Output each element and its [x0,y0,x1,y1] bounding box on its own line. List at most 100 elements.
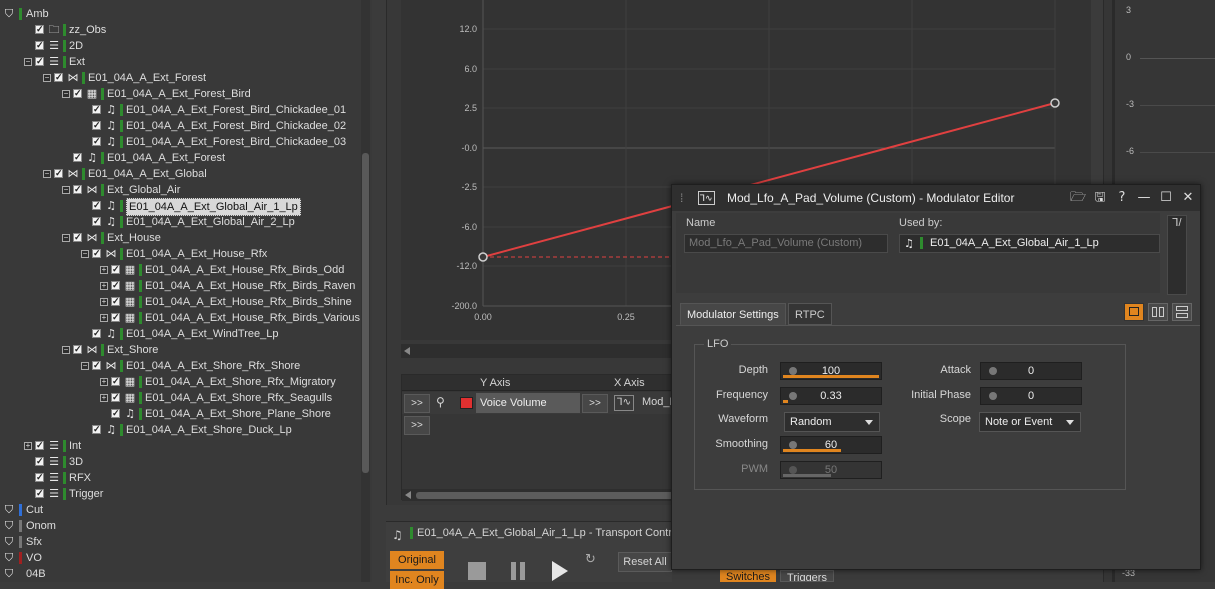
open-folder-icon[interactable]: 🗁 [1070,190,1086,206]
tree-item[interactable]: ♫ E01_04A_A_Ext_Forest [0,149,360,166]
layout-columns-icon[interactable] [1148,303,1168,321]
tree-scrollbar[interactable] [361,0,370,582]
expand-icon[interactable]: + [100,378,108,386]
tree-item[interactable]: ⛉ Sfx [0,534,360,550]
tab-triggers[interactable]: Triggers [780,570,834,582]
used-by-field[interactable]: ♫ E01_04A_A_Ext_Global_Air_1_Lp [899,234,1160,253]
collapse-icon[interactable]: − [43,170,51,178]
tree-item[interactable]: + ▦ E01_04A_A_Ext_House_Rfx_Birds_Raven [0,277,360,294]
tree-item-checkbox[interactable] [92,117,101,133]
tree-item-checkbox[interactable] [111,261,120,277]
modulator-editor-window[interactable]: ⁞ Ꞁ∿ Mod_Lfo_A_Pad_Volume (Custom) - Mod… [671,184,1201,570]
axis-table-scrollbar[interactable] [402,489,692,501]
collapse-icon[interactable]: − [43,74,51,82]
scope-select[interactable]: Note or Event [979,412,1081,432]
tree-item[interactable]: − ⋈ Ext_House [0,229,360,246]
expand-icon[interactable]: + [100,298,108,306]
tree-item-checkbox[interactable] [35,469,44,485]
tree-item-checkbox[interactable] [35,21,44,37]
collapse-icon[interactable]: − [62,90,70,98]
tree-item[interactable]: − ⋈ Ext_Shore [0,341,360,358]
reset-all-button[interactable]: Reset All [618,552,672,572]
tree-item[interactable]: ♫ E01_04A_A_Ext_Shore_Plane_Shore [0,405,360,422]
tree-item[interactable]: ♫ E01_04A_A_Ext_Forest_Bird_Chickadee_01 [0,101,360,118]
tree-item[interactable]: 🗀 zz_Obs [0,21,360,38]
tree-item[interactable]: − ☰ Ext [0,53,360,70]
tree-item[interactable]: − ⋈ E01_04A_A_Ext_Shore_Rfx_Shore [0,357,360,374]
tree-item-checkbox[interactable] [111,373,120,389]
scrollbar-thumb[interactable] [416,492,686,499]
expand-icon[interactable]: + [24,442,32,450]
tree-item-checkbox[interactable] [92,325,101,341]
brake-icon[interactable]: ↻ [585,552,596,567]
tree-item-checkbox[interactable] [92,133,101,149]
scroll-left-icon[interactable] [404,347,410,355]
tree-item[interactable]: + ▦ E01_04A_A_Ext_Shore_Rfx_Migratory [0,373,360,390]
graph-horizontal-scrollbar[interactable] [401,344,687,358]
tree-item-checkbox[interactable] [35,437,44,453]
tree-item-checkbox[interactable] [35,453,44,469]
tree-item[interactable]: − ⋈ Ext_Global_Air [0,181,360,198]
tree-item[interactable]: − ⋈ E01_04A_A_Ext_Global [0,165,360,182]
notes-toggle-icon[interactable]: Ꞁ/ [1167,215,1187,295]
tree-item-checkbox[interactable] [73,181,82,197]
tree-item-checkbox[interactable] [92,213,101,229]
tree-item[interactable]: ♫ E01_04A_A_Ext_Forest_Bird_Chickadee_03 [0,133,360,150]
modulator-editor-titlebar[interactable]: ⁞ Ꞁ∿ Mod_Lfo_A_Pad_Volume (Custom) - Mod… [672,185,1200,211]
tree-item[interactable]: ♫ E01_04A_A_Ext_WindTree_Lp [0,325,360,342]
tree-item-checkbox[interactable] [73,149,82,165]
play-icon[interactable] [552,561,568,581]
collapse-icon[interactable]: − [81,250,89,258]
tree-item[interactable]: ⛉ VO [0,550,360,566]
tree-item[interactable]: ⛉ Onom [0,518,360,534]
expand-icon[interactable]: + [100,394,108,402]
initial-phase-slider[interactable]: 0 [980,387,1082,405]
tree-item-checkbox[interactable] [35,485,44,501]
tree-item-checkbox[interactable] [35,37,44,53]
expand-icon[interactable]: + [100,282,108,290]
stop-icon[interactable] [468,562,486,580]
layout-single-icon[interactable] [1124,303,1144,321]
curve-point[interactable] [478,252,488,262]
tree-item-checkbox[interactable] [73,341,82,357]
tree-item[interactable]: ♫E01_04A_A_Ext_Global_Air_1_Lp [0,197,360,216]
scrollbar-thumb[interactable] [362,153,369,473]
tree-item[interactable]: − ⋈ E01_04A_A_Ext_Forest [0,69,360,86]
tree-item[interactable]: + ▦ E01_04A_A_Ext_House_Rfx_Birds_Various [0,309,360,326]
tree-item-checkbox[interactable] [35,53,44,69]
tab-rtpc[interactable]: RTPC [788,303,832,325]
expand-row-button[interactable]: >> [404,394,430,413]
add-rtpc-button[interactable]: >> [404,416,430,435]
tree-item[interactable]: − ⋈ E01_04A_A_Ext_House_Rfx [0,245,360,262]
tree-item-checkbox[interactable] [73,85,82,101]
maximize-icon[interactable]: ☐ [1158,190,1174,206]
curve-point[interactable] [1050,98,1060,108]
tree-item-checkbox[interactable] [54,69,63,85]
tree-item[interactable]: ♫ E01_04A_A_Ext_Global_Air_2_Lp [0,213,360,230]
tab-modulator-settings[interactable]: Modulator Settings [680,303,786,325]
collapse-icon[interactable]: − [24,58,32,66]
pause-icon[interactable] [510,562,526,580]
scroll-left-icon[interactable] [405,491,411,499]
tree-item[interactable]: ⛉ 04B [0,566,360,582]
tree-item[interactable]: + ▦ E01_04A_A_Ext_House_Rfx_Birds_Odd [0,261,360,278]
smoothing-slider[interactable]: 60 [780,436,882,454]
tree-item[interactable]: ⛉ Cut [0,502,360,518]
tree-item-checkbox[interactable] [92,357,101,373]
save-icon[interactable]: 🖫 [1092,190,1108,206]
tree-item-checkbox[interactable] [111,293,120,309]
expand-icon[interactable]: + [100,314,108,322]
layout-rows-icon[interactable] [1172,303,1192,321]
curve-color-swatch[interactable] [460,397,473,409]
tree-item[interactable]: ⛉ Amb [0,6,360,22]
tree-item-checkbox[interactable] [92,101,101,117]
tree-item-checkbox[interactable] [92,197,101,213]
minimize-icon[interactable]: — [1136,190,1152,206]
attack-slider[interactable]: 0 [980,362,1082,380]
tree-item[interactable]: ♫ E01_04A_A_Ext_Shore_Duck_Lp [0,421,360,438]
x-axis-browse-button[interactable]: >> [582,394,608,413]
tree-item[interactable]: ☰ 3D [0,453,360,470]
tree-item-checkbox[interactable] [111,405,120,421]
include-only-button[interactable]: Inc. Only [390,571,444,589]
drag-handle-icon[interactable]: ⁞ [680,185,683,211]
